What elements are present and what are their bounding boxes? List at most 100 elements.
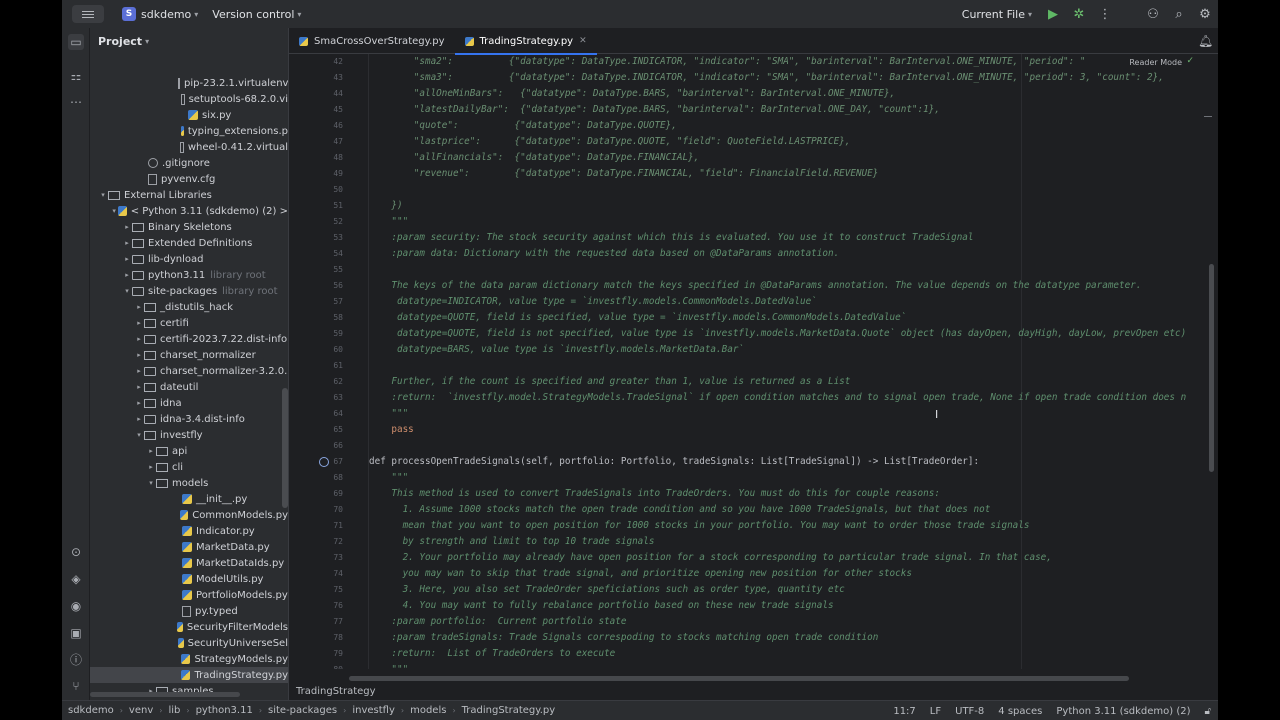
file-encoding[interactable]: UTF-8 xyxy=(955,706,984,717)
notifications-bell-icon[interactable]: 🔔︎ xyxy=(1198,34,1213,48)
code-line[interactable]: 62 Further, if the count is specified an… xyxy=(289,374,1218,390)
tree-item[interactable]: MarketDataIds.py xyxy=(90,555,288,571)
code-line[interactable]: 64 """ xyxy=(289,406,1218,422)
collapse-arrow-icon[interactable]: ▸ xyxy=(134,335,144,343)
code-line[interactable]: 42 "sma2": {"datatype": DataType.INDICAT… xyxy=(289,54,1218,70)
code-line[interactable]: 69 This method is used to convert TradeS… xyxy=(289,486,1218,502)
close-tab-icon[interactable]: ✕ xyxy=(579,36,587,46)
services-icon[interactable]: ◉ xyxy=(68,598,84,614)
collapse-arrow-icon[interactable]: ▸ xyxy=(122,239,132,247)
path-segment[interactable]: python3.11 xyxy=(196,705,253,716)
tree-item[interactable]: ▸ idna-3.4.dist-info xyxy=(90,411,288,427)
editor-breadcrumb[interactable]: TradingStrategy xyxy=(289,683,1218,701)
tree-item[interactable]: SecurityFilterModels xyxy=(90,619,288,635)
line-separator[interactable]: LF xyxy=(930,706,941,717)
tree-item[interactable]: ▸ api xyxy=(90,443,288,459)
tree-item[interactable]: ▸ Extended Definitions xyxy=(90,235,288,251)
terminal-icon[interactable]: ▣ xyxy=(68,625,84,641)
tree-item[interactable]: ▸ cli xyxy=(90,459,288,475)
tree-item[interactable]: typing_extensions.p xyxy=(90,123,288,139)
tree-item[interactable]: StrategyModels.py xyxy=(90,651,288,667)
tree-item[interactable]: ▾ investfly xyxy=(90,427,288,443)
tree-item[interactable]: ▾ site-packages library root xyxy=(90,283,288,299)
code-line[interactable]: 44 "allOneMinBars": {"datatype": DataTyp… xyxy=(289,86,1218,102)
code-line[interactable]: 80 """ xyxy=(289,662,1218,669)
settings-gear-icon[interactable]: ⚙ xyxy=(1192,7,1218,22)
code-line[interactable]: 72 by strength and limit to top 10 trade… xyxy=(289,534,1218,550)
code-line[interactable]: 67 def processOpenTradeSignals(self, port… xyxy=(289,454,1218,470)
code-line[interactable]: 70 1. Assume 1000 stocks match the open … xyxy=(289,502,1218,518)
chevron-down-icon[interactable]: ▾ xyxy=(297,10,301,19)
code-line[interactable]: 61 xyxy=(289,358,1218,374)
expand-arrow-icon[interactable]: ▾ xyxy=(146,479,156,487)
code-line[interactable]: 76 4. You may want to fully rebalance po… xyxy=(289,598,1218,614)
path-segment[interactable]: models xyxy=(410,705,446,716)
code-line[interactable]: 73 2. Your portfolio may already have op… xyxy=(289,550,1218,566)
tree-item[interactable]: py.typed xyxy=(90,603,288,619)
expand-arrow-icon[interactable]: ▾ xyxy=(98,191,108,199)
tree-item[interactable]: .gitignore xyxy=(90,155,288,171)
tree-item[interactable]: ▸ certifi xyxy=(90,315,288,331)
code-line[interactable]: 53 :param security: The stock security a… xyxy=(289,230,1218,246)
tree-item[interactable]: __init__.py xyxy=(90,491,288,507)
tree-item[interactable]: pip-23.2.1.virtualenv xyxy=(90,75,288,91)
python-packages-icon[interactable]: ⊙ xyxy=(68,544,84,560)
code-line[interactable]: 50 xyxy=(289,182,1218,198)
tree-item[interactable]: SecurityUniverseSel xyxy=(90,635,288,651)
main-menu-button[interactable] xyxy=(72,5,104,23)
path-segment[interactable]: investfly xyxy=(352,705,395,716)
tree-item[interactable]: ModelUtils.py xyxy=(90,571,288,587)
expand-arrow-icon[interactable]: ▾ xyxy=(122,287,132,295)
tree-item[interactable]: ▸ _distutils_hack xyxy=(90,299,288,315)
tree-item[interactable]: ▸ Binary Skeletons xyxy=(90,219,288,235)
path-segment[interactable]: sdkdemo xyxy=(68,705,114,716)
code-line[interactable]: 78 :param tradeSignals: Trade Signals co… xyxy=(289,630,1218,646)
tree-item[interactable]: CommonModels.py xyxy=(90,507,288,523)
collapse-arrow-icon[interactable]: ▸ xyxy=(134,351,144,359)
tree-item[interactable]: wheel-0.41.2.virtual xyxy=(90,139,288,155)
code-line[interactable]: 59 datatype=QUOTE, field is not specifie… xyxy=(289,326,1218,342)
python-interpreter[interactable]: Python 3.11 (sdkdemo) (2) xyxy=(1056,706,1190,717)
code-line[interactable]: 56 The keys of the data param dictionary… xyxy=(289,278,1218,294)
project-panel-hscrollbar[interactable] xyxy=(90,692,240,697)
tree-item[interactable]: ▸ charset_normalizer xyxy=(90,347,288,363)
editor-vertical-scrollbar[interactable] xyxy=(1209,264,1214,472)
tree-item[interactable]: TradingStrategy.py xyxy=(90,667,288,683)
tree-item[interactable]: MarketData.py xyxy=(90,539,288,555)
code-line[interactable]: 66 xyxy=(289,438,1218,454)
project-panel-header[interactable]: Project ▾ xyxy=(90,28,288,54)
code-line[interactable]: 54 :param data: Dictionary with the requ… xyxy=(289,246,1218,262)
run-configuration-selector[interactable]: Current File xyxy=(962,8,1025,21)
tree-item[interactable]: PortfolioModels.py xyxy=(90,587,288,603)
editor-tab[interactable]: SmaCrossOverStrategy.py xyxy=(289,28,455,54)
tree-item[interactable]: ▸ python3.11 library root xyxy=(90,267,288,283)
path-segment[interactable]: lib xyxy=(168,705,180,716)
layers-icon[interactable]: ◈ xyxy=(68,571,84,587)
code-line[interactable]: 77 :param portfolio: Current portfolio s… xyxy=(289,614,1218,630)
project-selector[interactable]: sdkdemo xyxy=(141,8,191,21)
code-line[interactable]: 63 :return: `investfly.model.StrategyMod… xyxy=(289,390,1218,406)
tree-item[interactable]: ▸ charset_normalizer-3.2.0. xyxy=(90,363,288,379)
search-icon[interactable]: ⌕ xyxy=(1166,7,1192,22)
more-actions-icon[interactable]: ⋮ xyxy=(1092,7,1118,22)
tree-item[interactable]: ▾ < Python 3.11 (sdkdemo) (2) > xyxy=(90,203,288,219)
code-line[interactable]: 51 }) xyxy=(289,198,1218,214)
code-line[interactable]: 60 datatype=BARS, value type is `investf… xyxy=(289,342,1218,358)
code-line[interactable]: 48 "allFinancials": {"datatype": DataTyp… xyxy=(289,150,1218,166)
tree-item[interactable]: ▸ dateutil xyxy=(90,379,288,395)
expand-arrow-icon[interactable]: ▾ xyxy=(134,431,144,439)
add-user-icon[interactable]: ⚇ xyxy=(1140,7,1166,22)
collapse-arrow-icon[interactable]: ▸ xyxy=(122,271,132,279)
collapse-arrow-icon[interactable]: ▸ xyxy=(134,415,144,423)
caret-position[interactable]: 11:7 xyxy=(893,706,915,717)
implements-method-icon[interactable] xyxy=(319,457,329,467)
tree-item[interactable]: ▾ External Libraries xyxy=(90,187,288,203)
code-line[interactable]: 46 "quote": {"datatype": DataType.QUOTE}… xyxy=(289,118,1218,134)
path-segment[interactable]: TradingStrategy.py xyxy=(462,705,556,716)
collapse-arrow-icon[interactable]: ▸ xyxy=(146,447,156,455)
tree-item[interactable]: six.py xyxy=(90,107,288,123)
chevron-down-icon[interactable]: ▾ xyxy=(194,10,198,19)
code-line[interactable]: 68 """ xyxy=(289,470,1218,486)
git-icon[interactable]: ⑂ xyxy=(68,678,84,694)
more-tools-icon[interactable]: ⋯ xyxy=(68,94,84,110)
